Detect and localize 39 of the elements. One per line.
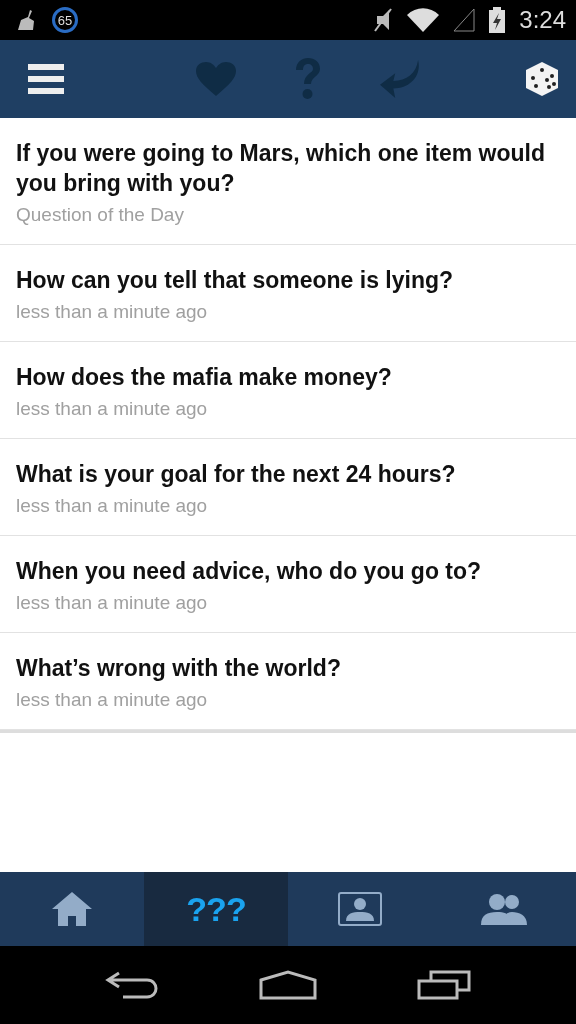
- home-icon: [52, 892, 92, 926]
- question-row[interactable]: What is your goal for the next 24 hours? less than a minute ago: [0, 439, 576, 536]
- clock-time: 3:24: [519, 6, 566, 34]
- heart-icon: [196, 62, 236, 96]
- home-outline-icon: [259, 970, 317, 1000]
- recents-icon: [417, 970, 471, 1000]
- question-subtitle: Question of the Day: [16, 204, 185, 226]
- battery-icon: [489, 7, 506, 33]
- menu-icon: [28, 64, 64, 94]
- people-icon: [481, 893, 527, 925]
- question-subtitle: less than a minute ago: [16, 689, 209, 711]
- profile-card-icon: [338, 892, 382, 926]
- question-subtitle: less than a minute ago: [16, 398, 209, 420]
- help-icon: [293, 58, 323, 100]
- question-title: If you were going to Mars, which one item would you bring with you?: [16, 139, 547, 198]
- question-row[interactable]: If you were going to Mars, which one item would you bring with you? Question of the Day: [0, 118, 576, 245]
- question-row[interactable]: How can you tell that someone is lying? less than a minute ago: [0, 245, 576, 342]
- notification-badge: 65: [52, 7, 78, 33]
- question-title: What’s wrong with the world?: [16, 654, 342, 683]
- question-title: How does the mafia make money?: [16, 363, 393, 392]
- dice-icon: [525, 62, 559, 96]
- question-row[interactable]: How does the mafia make money? less than a minute ago: [0, 342, 576, 439]
- question-title: How can you tell that someone is lying?: [16, 266, 455, 295]
- back-nav-button[interactable]: [105, 971, 159, 999]
- home-nav-button[interactable]: [259, 970, 317, 1000]
- question-subtitle: less than a minute ago: [16, 301, 209, 323]
- reply-arrow-icon: [380, 59, 420, 99]
- question-row[interactable]: When you need advice, who do you go to? less than a minute ago: [0, 536, 576, 633]
- signal-icon: [453, 8, 476, 32]
- mute-icon: [373, 8, 394, 32]
- back-icon: [105, 971, 159, 999]
- recents-nav-button[interactable]: [417, 970, 471, 1000]
- question-row[interactable]: What’s wrong with the world? less than a minute ago: [0, 633, 576, 730]
- question-subtitle: less than a minute ago: [16, 495, 209, 517]
- question-title: When you need advice, who do you go to?: [16, 557, 483, 586]
- question-title: What is your goal for the next 24 hours?: [16, 460, 457, 489]
- question-subtitle: less than a minute ago: [16, 592, 209, 614]
- wifi-icon: [407, 8, 440, 32]
- questions-tab[interactable]: ???: [144, 872, 288, 946]
